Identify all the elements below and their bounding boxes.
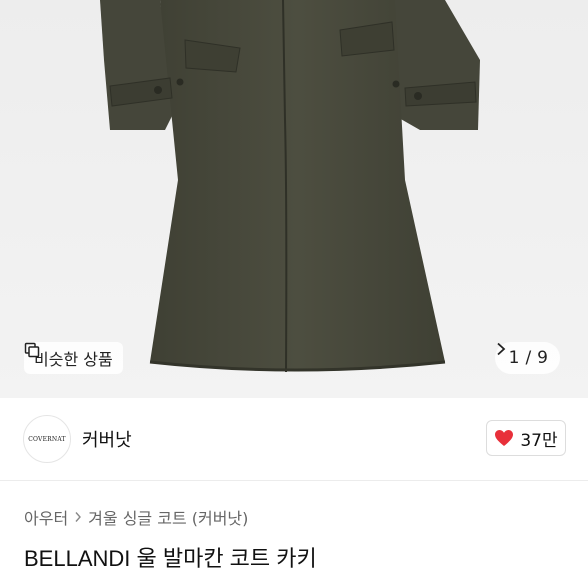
breadcrumb: 아우터 겨울 싱글 코트 (커버낫) [24,505,248,529]
total-pages: 9 [537,348,548,368]
image-page-counter[interactable]: 1 / 9 [494,342,560,374]
similar-products-label: 비슷한 상품 [34,350,113,369]
breadcrumb-item-category[interactable]: 겨울 싱글 코트 (커버낫) [88,505,248,529]
like-count: 37만 [520,430,558,451]
heart-icon [495,430,514,446]
similar-products-button[interactable]: 비슷한 상품 [24,342,123,374]
current-page: 1 [508,348,520,368]
seller-avatar[interactable]: COVERNAT [23,415,71,463]
product-image[interactable]: 비슷한 상품 1 / 9 [0,0,588,398]
product-title: BELLANDI 울 발마칸 코트 카키 [24,546,317,571]
page-separator: / [525,348,532,368]
like-button[interactable]: 37만 [486,420,566,456]
coat-image [100,0,480,373]
chevron-right-icon [75,512,82,522]
seller-logo-text: COVERNAT [28,435,66,443]
similar-icon [24,342,40,358]
seller-name[interactable]: 커버낫 [82,426,132,452]
chevron-right-icon [497,342,505,356]
seller-row[interactable]: COVERNAT 커버낫 37만 [0,398,588,481]
breadcrumb-item-outer[interactable]: 아우터 [24,505,68,529]
